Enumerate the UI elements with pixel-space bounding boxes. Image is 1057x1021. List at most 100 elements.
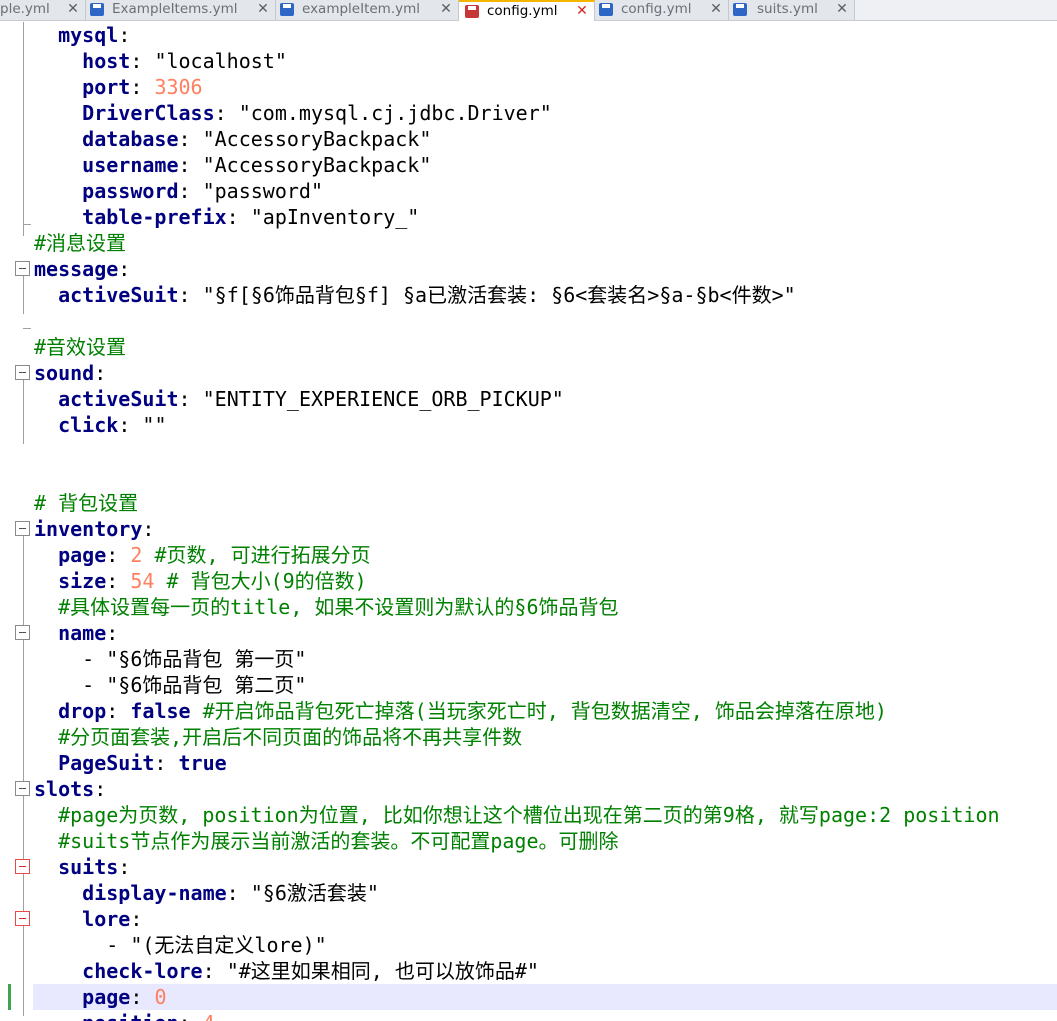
tab-exampleitem-yml[interactable]: exampleItem.yml ✕: [276, 0, 459, 20]
yaml-comment: #音效设置: [34, 335, 127, 359]
yaml-comment: #消息设置: [34, 231, 127, 255]
fold-guide-line: [23, 276, 24, 314]
yaml-key: click: [58, 413, 119, 437]
yaml-key: suits: [58, 855, 119, 879]
tab-exampleitems-yml[interactable]: ExampleItems.yml ✕: [86, 0, 276, 20]
code-line: size: 54 # 背包大小(9的倍数): [34, 568, 367, 594]
code-text: "AccessoryBackpack": [202, 153, 432, 177]
code-text: :: [154, 751, 179, 775]
yaml-key: table-prefix: [82, 205, 227, 229]
tab-label: config.yml: [487, 3, 558, 19]
code-text: "§f[§6饰品背包§f] §a已激活套装: §6<套装名>§a-§b<件数>": [202, 283, 796, 307]
fold-collapse-icon[interactable]: [15, 521, 30, 536]
yaml-comment: #分页面套装,开启后不同页面的饰品将不再共享件数: [58, 725, 523, 749]
code-text: :: [118, 413, 143, 437]
code-text: :: [118, 23, 131, 47]
code-text: :: [130, 75, 155, 99]
code-line: #具体设置每一页的title, 如果不设置则为默认的§6饰品背包: [34, 594, 619, 620]
yaml-number: 3306: [154, 75, 203, 99]
code-line: activeSuit: "ENTITY_EXPERIENCE_ORB_PICKU…: [34, 386, 564, 412]
yaml-key: activeSuit: [58, 283, 179, 307]
close-icon[interactable]: ✕: [256, 2, 270, 16]
fold-collapse-icon[interactable]: [15, 261, 30, 276]
code-text: "§6饰品背包 第二页": [106, 673, 307, 697]
yaml-key: page: [58, 543, 107, 567]
code-line: lore:: [34, 906, 142, 932]
close-icon[interactable]: ✕: [439, 2, 453, 16]
code-text: -: [34, 647, 107, 671]
yaml-key: DriverClass: [82, 101, 215, 125]
code-line: click: "": [34, 412, 167, 438]
yaml-key: message: [34, 257, 119, 281]
code-text: "password": [202, 179, 324, 203]
yaml-boolean: true: [178, 751, 227, 775]
code-text: :: [130, 985, 155, 1009]
code-text: "#这里如果相同, 也可以放饰品#": [226, 959, 539, 983]
code-text: :: [94, 777, 107, 801]
code-text: :: [94, 361, 107, 385]
code-text: :: [118, 855, 131, 879]
fold-collapse-icon[interactable]: [15, 781, 30, 796]
tab-label: ple.yml: [0, 1, 50, 17]
yaml-key: password: [82, 179, 179, 203]
yaml-comment: #具体设置每一页的title, 如果不设置则为默认的§6饰品背包: [58, 595, 619, 619]
code-editor[interactable]: mysql: host: "localhost" port: 3306 Driv…: [0, 22, 1057, 1021]
close-icon[interactable]: ✕: [66, 2, 80, 16]
yaml-key: PageSuit: [58, 751, 155, 775]
fold-collapse-icon[interactable]: [15, 859, 30, 874]
code-line: # 背包设置: [34, 490, 138, 516]
code-text: :: [142, 517, 155, 541]
close-icon[interactable]: ✕: [835, 2, 849, 16]
yaml-key: display-name: [82, 881, 227, 905]
code-text: :: [130, 49, 155, 73]
code-line: sound:: [34, 360, 106, 386]
yaml-comment: #page为页数, position为位置, 比如你想让这个槽位出现在第二页的第…: [58, 803, 1000, 827]
yaml-key: lore: [82, 907, 131, 931]
fold-collapse-icon[interactable]: [15, 365, 30, 380]
fold-end-marker: [23, 328, 31, 329]
fold-guide-line: [23, 536, 24, 782]
code-line: mysql:: [34, 22, 130, 48]
change-marker: [8, 984, 11, 1010]
tab-bar: ple.yml ✕ ExampleItems.yml ✕ exampleItem…: [0, 0, 1057, 21]
fold-collapse-icon[interactable]: [15, 911, 30, 926]
code-line: #suits节点作为展示当前激活的套装。不可配置page。可删除: [34, 828, 618, 854]
close-icon[interactable]: ✕: [575, 4, 589, 18]
tab-ple-yml[interactable]: ple.yml ✕: [0, 0, 86, 20]
code-line: username: "AccessoryBackpack": [34, 152, 431, 178]
current-line-highlight: [33, 984, 1057, 1010]
unsaved-file-icon: [465, 5, 479, 18]
code-line: #page为页数, position为位置, 比如你想让这个槽位出现在第二页的第…: [34, 802, 1000, 828]
code-text: "": [142, 413, 167, 437]
tab-config-yml-active[interactable]: config.yml ✕: [459, 0, 595, 21]
code-text: :: [106, 543, 131, 567]
code-text: "(无法自定义lore)": [130, 933, 327, 957]
fold-collapse-icon[interactable]: [15, 625, 30, 640]
close-icon[interactable]: ✕: [709, 2, 723, 16]
tab-label: config.yml: [621, 1, 692, 17]
code-line: drop: false #开启饰品背包死亡掉落(当玩家死亡时, 背包数据清空, …: [34, 698, 887, 724]
file-icon: [599, 3, 613, 16]
tab-suits-yml[interactable]: suits.yml ✕: [729, 0, 855, 20]
yaml-key: username: [82, 153, 179, 177]
code-text: "localhost": [154, 49, 287, 73]
tab-config-yml[interactable]: config.yml ✕: [595, 0, 729, 20]
tab-label: exampleItem.yml: [302, 1, 421, 17]
code-text: -: [34, 933, 131, 957]
yaml-key: check-lore: [82, 959, 203, 983]
